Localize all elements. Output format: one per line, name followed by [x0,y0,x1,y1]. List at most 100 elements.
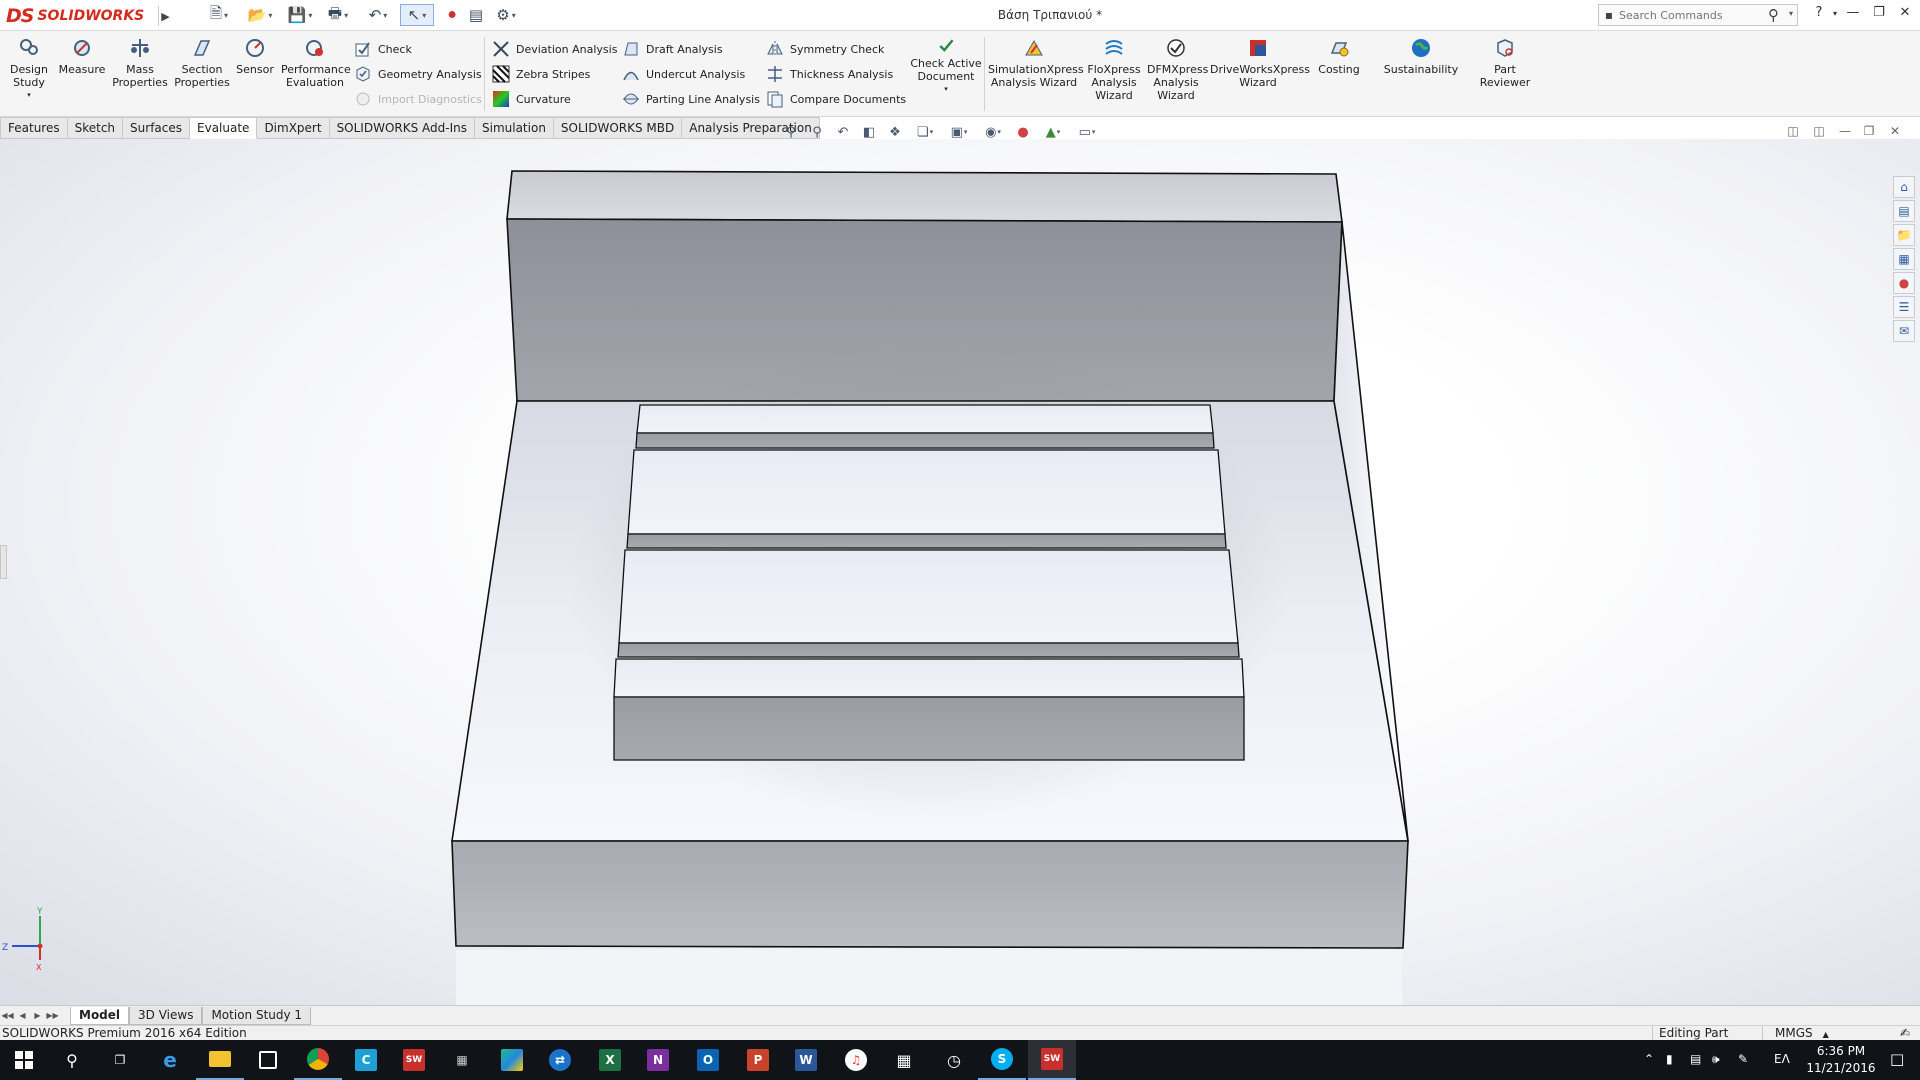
input-language[interactable]: ΕΛ [1774,1052,1790,1066]
compare-documents-button[interactable]: Compare Documents [766,88,906,110]
solidworks-forum-icon[interactable]: ✉ [1893,320,1915,342]
taskbar-onenote[interactable]: N [634,1040,682,1080]
draft-analysis-button[interactable]: Draft Analysis [622,38,723,60]
cortana-search-button[interactable]: ⚲ [48,1040,96,1080]
search-icon[interactable]: ⚲ [1768,6,1779,24]
tab-features[interactable]: Features [0,117,68,139]
sensor-button[interactable]: Sensor [234,37,276,76]
save-icon[interactable]: 💾 ▾ [284,4,316,26]
feature-manager-collapse-handle[interactable] [0,545,7,579]
tab-solidworks-add-ins[interactable]: SOLIDWORKS Add-Ins [329,117,475,139]
next-tab-arrow-icon[interactable]: ▶ [30,1009,45,1023]
viewport-split-left-icon[interactable]: ◫ [1784,124,1802,140]
symmetry-check-button[interactable]: Symmetry Check [766,38,884,60]
taskbar-file-explorer[interactable] [196,1040,244,1080]
view-palette-icon[interactable]: ▦ [1893,248,1915,270]
simulationxpress-button[interactable]: SimulationXpress Analysis Wizard [988,37,1084,89]
file-properties-icon[interactable]: ▤ [466,4,486,26]
taskbar-solidworks-active[interactable]: SW [1028,1040,1076,1080]
design-study-button[interactable]: Design Study ▾ [6,37,52,102]
print-icon[interactable]: 🖶 ▾ [322,4,354,26]
minimize-icon[interactable]: — [1842,5,1864,25]
volume-icon[interactable]: 🕪 [1712,1052,1720,1067]
taskbar-chrome[interactable] [294,1040,342,1080]
restore-icon[interactable]: ❐ [1868,5,1890,25]
task-view-button[interactable]: ❐ [96,1040,144,1080]
taskbar-ccleaner[interactable]: C [342,1040,390,1080]
close-icon[interactable]: ✕ [1894,5,1916,25]
network-icon[interactable]: ▤ [1690,1052,1701,1066]
tab-motion-study-1[interactable]: Motion Study 1 [202,1006,312,1025]
tab-evaluate[interactable]: Evaluate [190,117,258,139]
start-button[interactable] [0,1040,48,1080]
graphics-area[interactable]: Y Z X [0,139,1920,1005]
action-center-icon[interactable]: □ [1890,1050,1904,1068]
search-commands-box[interactable]: ▪ ⚲ ▾ [1598,4,1798,26]
unit-system-dropdown-icon[interactable]: ▲ [1823,1030,1829,1039]
status-help-icon[interactable]: ✍ [1900,1026,1910,1041]
geometry-analysis-button[interactable]: Geometry Analysis [354,63,482,85]
solidworks-logo[interactable]: DS SOLIDWORKS [6,2,154,29]
taskbar-word[interactable]: W [782,1040,830,1080]
taskbar-skype[interactable]: S [978,1040,1026,1080]
solidworks-resources-icon[interactable]: ⌂ [1893,176,1915,198]
taskbar-edge[interactable]: e [146,1040,194,1080]
tab-model[interactable]: Model [70,1006,130,1025]
driveworksxpress-button[interactable]: DriveWorksXpress Wizard [1210,37,1310,89]
previous-tab-arrow-icon[interactable]: ◀ [15,1009,30,1023]
check-active-dropdown-icon[interactable]: ▾ [908,83,984,96]
menu-expand-arrow-icon[interactable]: ▶ [158,6,172,26]
taskbar-solidworks-2016[interactable]: SW [390,1040,438,1080]
tab-dimxpert[interactable]: DimXpert [257,117,330,139]
first-tab-arrow-icon[interactable]: ◀◀ [0,1009,15,1023]
taskbar-calculator[interactable]: ▦ [880,1040,928,1080]
check-active-document-button[interactable]: Check Active Document ▾ [908,37,984,96]
viewport-restore-icon[interactable]: ❐ [1860,124,1878,140]
taskbar-app-boxes[interactable]: ▦ [438,1040,486,1080]
mass-properties-button[interactable]: Mass Properties [110,37,170,89]
search-input[interactable] [1619,8,1749,22]
clock[interactable]: 6:36 PM 11/21/2016 [1798,1043,1884,1077]
show-hidden-icons-icon[interactable]: ⌃ [1644,1052,1654,1066]
tab-3d-views[interactable]: 3D Views [129,1006,203,1025]
sustainability-button[interactable]: Sustainability [1380,37,1462,76]
viewport-close-icon[interactable]: ✕ [1886,124,1904,140]
design-library-icon[interactable]: ▤ [1893,200,1915,222]
taskbar-paint[interactable] [488,1040,536,1080]
file-explorer-icon[interactable]: 📁 [1893,224,1915,246]
options-gear-icon[interactable]: ⚙ ▾ [490,4,522,26]
new-document-icon[interactable]: 🗎 ▾ [204,4,234,26]
zebra-stripes-button[interactable]: Zebra Stripes [492,63,590,85]
taskbar-alarms[interactable]: ◷ [930,1040,978,1080]
performance-evaluation-button[interactable]: Performance Evaluation [280,37,351,89]
tab-sketch[interactable]: Sketch [67,117,124,139]
tab-surfaces[interactable]: Surfaces [123,117,191,139]
measure-button[interactable]: Measure [58,37,106,76]
search-scope-icon[interactable]: ▪ [1599,8,1619,22]
part-reviewer-button[interactable]: Part Reviewer [1476,37,1534,89]
taskbar-excel[interactable]: X [586,1040,634,1080]
last-tab-arrow-icon[interactable]: ▶▶ [45,1009,60,1023]
deviation-analysis-button[interactable]: Deviation Analysis [492,38,617,60]
floxpress-button[interactable]: FloXpress Analysis Wizard [1084,37,1144,102]
open-document-icon[interactable]: 📂 ▾ [244,4,276,26]
viewport-minimize-icon[interactable]: — [1836,124,1854,140]
search-dropdown-icon[interactable]: ▾ [1789,9,1793,18]
costing-button[interactable]: Costing [1312,37,1366,76]
curvature-button[interactable]: Curvature [492,88,571,110]
tab-simulation[interactable]: Simulation [475,117,554,139]
taskbar-store[interactable] [244,1040,292,1080]
design-study-dropdown-icon[interactable]: ▾ [6,89,52,102]
tab-solidworks-mbd[interactable]: SOLIDWORKS MBD [553,117,683,139]
custom-properties-icon[interactable]: ☰ [1893,296,1915,318]
taskbar-powerpoint[interactable]: P [734,1040,782,1080]
taskbar-teamviewer[interactable]: ⇄ [536,1040,584,1080]
taskbar-outlook[interactable]: O [684,1040,732,1080]
check-button[interactable]: Check [354,38,412,60]
undercut-analysis-button[interactable]: Undercut Analysis [622,63,745,85]
section-properties-button[interactable]: Section Properties [172,37,232,89]
taskbar-itunes[interactable]: ♫ [832,1040,880,1080]
dfmxpress-button[interactable]: DFMXpress Analysis Wizard [1146,37,1208,102]
select-icon[interactable]: ↖ ▾ [400,4,434,26]
undo-icon[interactable]: ↶ ▾ [362,4,394,26]
